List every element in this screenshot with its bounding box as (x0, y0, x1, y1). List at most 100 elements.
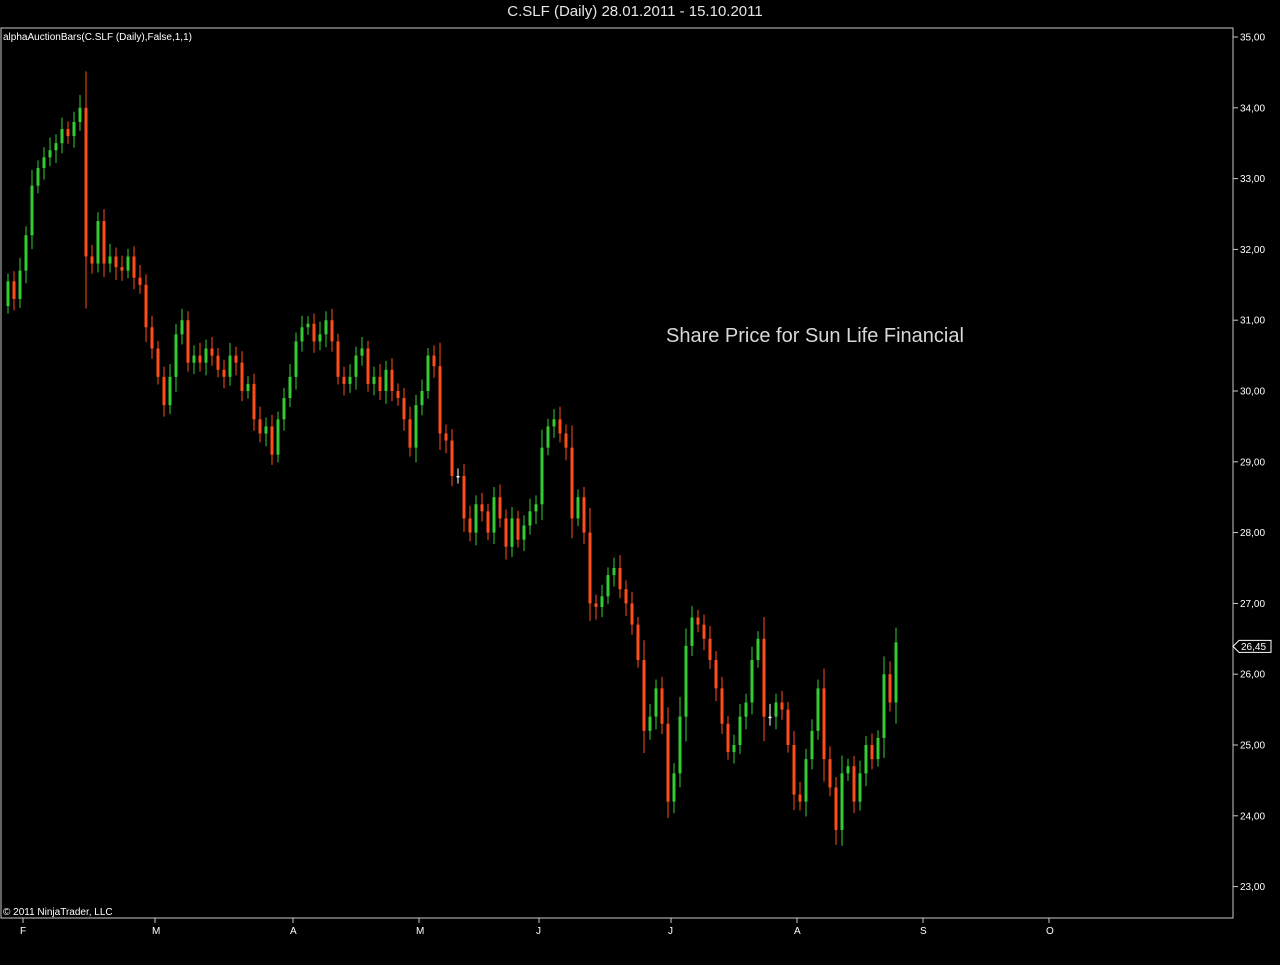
candle-body (702, 624, 706, 639)
candle (690, 606, 694, 657)
candle (126, 248, 130, 279)
candle (186, 311, 190, 372)
y-tick-label: 29,00 (1240, 457, 1265, 468)
x-axis: FMAMJJASO (20, 918, 1054, 937)
candle-body (648, 716, 652, 731)
candle (564, 424, 568, 461)
candle (612, 557, 616, 587)
candle (678, 696, 682, 788)
candle (852, 756, 856, 814)
y-tick-label: 25,00 (1240, 741, 1265, 752)
candle-body (522, 525, 526, 540)
candle-body (774, 702, 778, 717)
candle (114, 247, 118, 280)
candle-body (534, 504, 538, 512)
candle-body (390, 369, 394, 391)
candle (30, 170, 34, 250)
candle (90, 245, 94, 274)
candle (198, 342, 202, 372)
candle (534, 495, 538, 525)
plot-frame (0, 27, 1234, 919)
candle (12, 271, 16, 311)
candle-body (780, 702, 784, 710)
candle (720, 676, 724, 734)
candle (456, 468, 460, 484)
candle (276, 411, 280, 463)
candle-body (294, 341, 298, 377)
candle-body (210, 348, 214, 356)
candle-body (174, 334, 178, 377)
candle-body (654, 688, 658, 717)
candle-body (60, 129, 64, 144)
y-tick-label: 27,00 (1240, 599, 1265, 610)
candle (54, 134, 58, 164)
candle-body (768, 716, 772, 719)
candle-body (66, 129, 70, 137)
candle (624, 580, 628, 617)
candle (360, 337, 364, 366)
x-tick-label: A (290, 926, 297, 937)
candle (474, 495, 478, 546)
candle-body (738, 716, 742, 745)
candle-body (222, 369, 226, 377)
y-tick-label: 23,00 (1240, 882, 1265, 893)
x-tick-label: O (1046, 926, 1054, 937)
candle (354, 346, 358, 390)
candle (630, 591, 634, 635)
candle-body (264, 426, 268, 434)
candle (768, 703, 772, 726)
candle (372, 366, 376, 396)
candle (108, 243, 112, 273)
candle-body (642, 660, 646, 731)
candle (318, 321, 322, 351)
candlestick-chart[interactable]: 23,00 24,00 25,00 26,00 27,00 28,00 29,00 30,00… (0, 0, 1280, 965)
candle-body (84, 107, 88, 257)
candle (264, 417, 268, 447)
candle (192, 345, 196, 375)
candle (402, 387, 406, 431)
candle-body (282, 398, 286, 420)
candle (546, 418, 550, 456)
candle-body (378, 376, 382, 391)
candle (600, 584, 604, 618)
candle-body (36, 167, 40, 186)
candle (492, 487, 496, 545)
candle-body (876, 737, 880, 760)
candle-body (402, 398, 406, 420)
candle-body (552, 419, 556, 427)
candle-body (186, 320, 190, 363)
candle (96, 212, 100, 273)
candle (324, 311, 328, 348)
candle (312, 313, 316, 353)
candle-body (180, 320, 184, 335)
candle (180, 308, 184, 345)
candle (846, 758, 850, 781)
chart-annotation: Share Price for Sun Life Financial (666, 325, 964, 347)
candle (750, 646, 754, 715)
candle-body (6, 281, 10, 307)
candle-body (636, 624, 640, 661)
candle (282, 387, 286, 431)
candle (396, 383, 400, 406)
candle (216, 347, 220, 378)
candle-body (270, 426, 274, 455)
x-tick-label: J (668, 926, 673, 937)
candle-body (384, 369, 388, 391)
candle (840, 755, 844, 846)
candle-body (468, 518, 472, 533)
candle (468, 505, 472, 542)
candle (258, 406, 262, 443)
candle (528, 498, 532, 535)
candle (486, 503, 490, 541)
candle-body (816, 688, 820, 731)
candle-body (546, 426, 550, 448)
candle (210, 337, 214, 366)
last-price-label: 26,45 (1241, 642, 1266, 653)
candle-body (540, 447, 544, 505)
candle (390, 358, 394, 402)
candle-body (528, 511, 532, 526)
candle-body (318, 334, 322, 342)
candle (78, 95, 82, 131)
candle (744, 693, 748, 730)
candle-body (216, 355, 220, 370)
